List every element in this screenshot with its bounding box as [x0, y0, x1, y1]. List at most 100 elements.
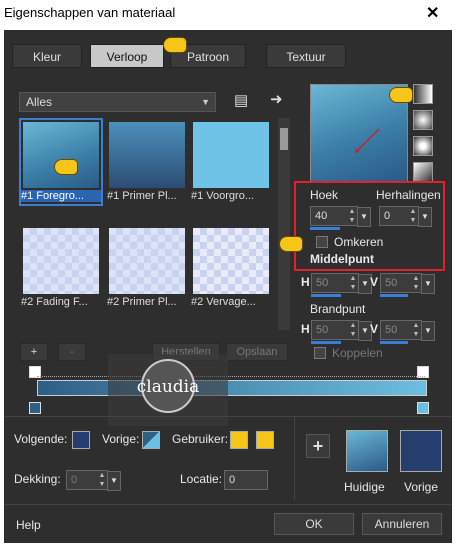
- focal-h-input[interactable]: 50 ▲ ▼ ▼: [311, 320, 372, 341]
- gallery-item[interactable]: #1 Foregro...: [19, 118, 103, 206]
- close-icon[interactable]: ✕: [426, 3, 439, 23]
- sunburst-style-button[interactable]: [413, 136, 433, 156]
- gradient-swatch: [109, 228, 185, 294]
- angle-slider[interactable]: [310, 227, 340, 230]
- location-value: 0: [229, 474, 236, 486]
- user-color-swatch-2[interactable]: [256, 431, 274, 449]
- repeats-label: Herhalingen: [376, 188, 441, 202]
- chevron-down-icon[interactable]: ▼: [418, 207, 432, 227]
- focal-h-label: H: [301, 322, 310, 336]
- gradient-bar[interactable]: [37, 380, 427, 396]
- radial-style-button[interactable]: [413, 162, 433, 182]
- center-h-value: 50: [316, 277, 329, 289]
- gallery-item-label: #1 Foregro...: [21, 190, 101, 202]
- category-dropdown[interactable]: Alles ▼: [19, 92, 216, 112]
- angle-label: Hoek: [310, 188, 339, 202]
- pointer-hand-icon: [390, 88, 412, 102]
- color-stop-left[interactable]: [29, 402, 41, 414]
- gallery-item-label: #1 Voorgro...: [191, 190, 254, 202]
- repeats-value: 0: [384, 210, 391, 222]
- scrollbar-thumb[interactable]: [280, 128, 288, 150]
- remove-stop-button[interactable]: -: [58, 343, 86, 361]
- opacity-input[interactable]: 0 ▲ ▼ ▼: [66, 470, 121, 491]
- add-stop-button[interactable]: +: [20, 343, 48, 361]
- center-v-input[interactable]: 50 ▲ ▼ ▼: [380, 273, 435, 294]
- notes-icon[interactable]: ▤: [234, 91, 248, 109]
- opacity-label: Dekking:: [14, 472, 61, 486]
- location-input[interactable]: 0: [224, 470, 268, 490]
- current-swatch[interactable]: [346, 430, 388, 472]
- gallery-item[interactable]: #2 Fading F...: [21, 226, 101, 310]
- focal-v-value: 50: [385, 324, 398, 336]
- spinner-icon[interactable]: ▲ ▼: [411, 274, 421, 292]
- opacity-track: [37, 376, 425, 377]
- center-v-slider[interactable]: [380, 294, 408, 297]
- add-swatch-button[interactable]: +: [306, 434, 330, 458]
- link-checkbox[interactable]: [314, 347, 326, 359]
- gallery-item[interactable]: #2 Primer Pl...: [107, 226, 187, 310]
- next-color-swatch[interactable]: [72, 431, 90, 449]
- chevron-down-icon[interactable]: ▼: [107, 471, 121, 491]
- prev-color-swatch[interactable]: [142, 431, 160, 449]
- divider: [294, 416, 295, 500]
- watermark-text: claudia: [137, 377, 200, 397]
- material-properties-dialog: Eigenschappen van materiaal ✕ Kleur Verl…: [0, 0, 456, 547]
- spinner-icon[interactable]: ▲ ▼: [348, 321, 358, 339]
- pointer-hand-icon: [280, 237, 302, 251]
- gradient-gallery: #1 Foregro... #1 Primer Pl... #1 Voorgro…: [19, 118, 274, 330]
- tab-verloop[interactable]: Verloop: [90, 44, 164, 68]
- focal-v-input[interactable]: 50 ▲ ▼ ▼: [380, 320, 435, 341]
- current-label: Huidige: [344, 480, 385, 494]
- angle-input[interactable]: 40 ▲ ▼ ▼: [310, 206, 371, 227]
- link-label: Koppelen: [332, 346, 383, 360]
- linear-style-button[interactable]: [413, 84, 433, 104]
- gallery-item[interactable]: #1 Voorgro...: [191, 120, 271, 204]
- focal-h-value: 50: [316, 324, 329, 336]
- user-color-swatch-1[interactable]: [230, 431, 248, 449]
- help-link[interactable]: Help: [16, 518, 41, 532]
- divider: [4, 416, 452, 417]
- chevron-down-icon[interactable]: ▼: [357, 207, 371, 227]
- center-h-slider[interactable]: [311, 294, 341, 297]
- spinner-icon[interactable]: ▲ ▼: [408, 207, 418, 225]
- tab-textuur[interactable]: Textuur: [266, 44, 346, 68]
- spinner-icon[interactable]: ▲ ▼: [411, 321, 421, 339]
- save-gradient-button[interactable]: Opslaan: [226, 343, 288, 361]
- gallery-item[interactable]: #2 Vervage...: [191, 226, 271, 310]
- chevron-down-icon[interactable]: ▼: [421, 274, 435, 294]
- focal-v-slider[interactable]: [380, 341, 408, 344]
- focal-h-slider[interactable]: [311, 341, 341, 344]
- angle-value: 40: [315, 210, 328, 222]
- arrow-right-icon[interactable]: ➜: [270, 90, 283, 108]
- ok-button[interactable]: OK: [274, 513, 354, 535]
- dialog-body: Kleur Verloop Patroon Textuur Alles ▼ ▤ …: [4, 30, 452, 543]
- gallery-item-label: #1 Primer Pl...: [107, 190, 177, 202]
- gallery-item[interactable]: #1 Primer Pl...: [107, 120, 187, 204]
- pointer-hand-icon: [164, 38, 186, 52]
- prev-label: Vorige:: [102, 432, 140, 446]
- repeats-input[interactable]: 0 ▲ ▼ ▼: [379, 206, 432, 227]
- chevron-down-icon[interactable]: ▼: [421, 321, 435, 341]
- divider: [4, 504, 452, 505]
- gradient-swatch: [109, 122, 185, 188]
- title-bar: Eigenschappen van materiaal ✕: [0, 0, 456, 30]
- spinner-icon[interactable]: ▲ ▼: [97, 471, 107, 489]
- previous-swatch[interactable]: [400, 430, 442, 472]
- chevron-down-icon: ▼: [201, 97, 210, 107]
- pointer-hand-icon: [55, 160, 77, 174]
- rectangular-style-button[interactable]: [413, 110, 433, 130]
- gradient-swatch: [193, 122, 269, 188]
- center-h-input[interactable]: 50 ▲ ▼ ▼: [311, 273, 372, 294]
- spinner-icon[interactable]: ▲ ▼: [348, 274, 358, 292]
- tab-kleur[interactable]: Kleur: [12, 44, 82, 68]
- gradient-swatch: [23, 122, 99, 188]
- gallery-scrollbar[interactable]: [278, 118, 290, 330]
- window-title: Eigenschappen van materiaal: [4, 5, 176, 20]
- color-stop-right[interactable]: [417, 402, 429, 414]
- opacity-value: 0: [71, 474, 78, 486]
- previous-label: Vorige: [404, 480, 439, 494]
- invert-checkbox[interactable]: [316, 236, 328, 248]
- spinner-icon[interactable]: ▲ ▼: [347, 207, 357, 225]
- next-label: Volgende:: [14, 432, 68, 446]
- cancel-button[interactable]: Annuleren: [362, 513, 442, 535]
